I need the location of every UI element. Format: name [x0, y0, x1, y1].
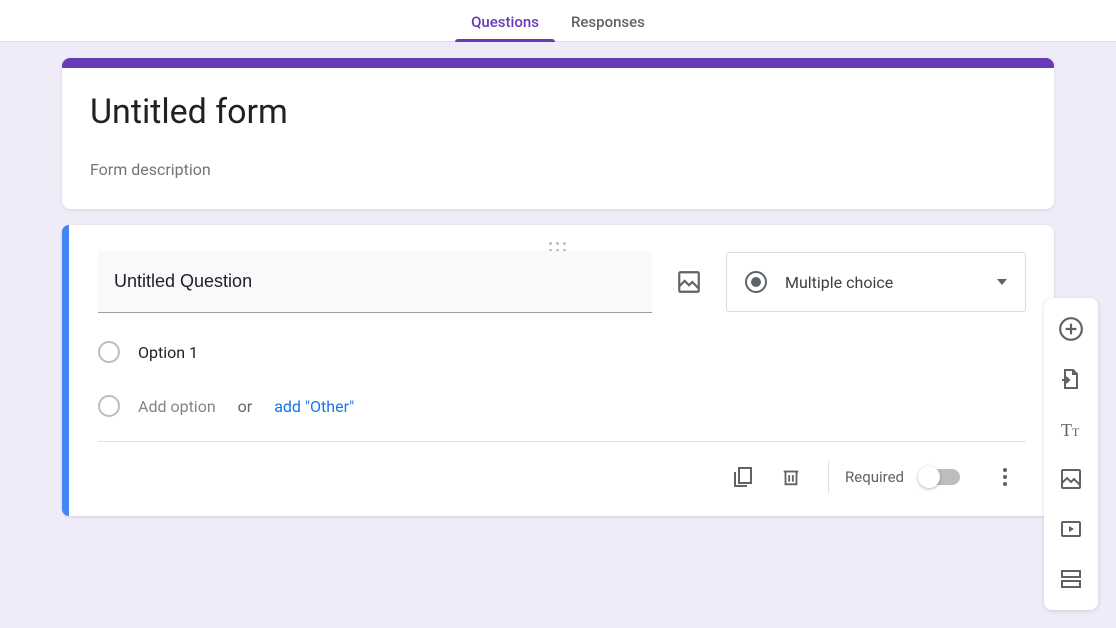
header-accent [62, 58, 1054, 68]
add-option-button[interactable]: Add option [138, 397, 216, 416]
tab-questions[interactable]: Questions [455, 3, 555, 41]
add-video-icon[interactable] [1044, 504, 1098, 554]
import-questions-icon[interactable] [1044, 354, 1098, 404]
more-options-icon[interactable] [984, 456, 1026, 498]
drag-handle-icon[interactable] [62, 225, 1054, 251]
duplicate-icon[interactable] [722, 456, 764, 498]
or-text: or [238, 397, 253, 416]
option-row[interactable]: Option 1 [98, 341, 1026, 363]
add-other-button[interactable]: add "Other" [274, 397, 354, 416]
question-type-select[interactable]: Multiple choice [726, 252, 1026, 312]
svg-text:T: T [1061, 420, 1072, 440]
required-toggle[interactable] [920, 469, 960, 485]
option-label[interactable]: Option 1 [138, 343, 198, 362]
active-card-accent [62, 225, 69, 516]
tab-responses[interactable]: Responses [555, 3, 661, 41]
radio-icon [745, 271, 767, 293]
required-label: Required [845, 468, 904, 486]
question-title-input[interactable] [98, 251, 652, 313]
delete-icon[interactable] [770, 456, 812, 498]
option-radio-icon [98, 395, 120, 417]
add-question-icon[interactable] [1044, 304, 1098, 354]
canvas: Untitled form Form description Multiple … [0, 42, 1116, 516]
form-title[interactable]: Untitled form [90, 92, 1026, 132]
question-card[interactable]: Multiple choice Option 1 Add option or a… [62, 225, 1054, 516]
question-type-label: Multiple choice [785, 273, 979, 292]
add-section-icon[interactable] [1044, 554, 1098, 604]
side-toolbar: TT [1044, 298, 1098, 610]
chevron-down-icon [997, 279, 1007, 285]
svg-text:T: T [1072, 425, 1080, 439]
tabs-bar: Questions Responses [0, 0, 1116, 42]
divider [828, 461, 829, 493]
question-footer: Required [98, 441, 1026, 516]
option-radio-icon [98, 341, 120, 363]
add-image-icon[interactable] [1044, 454, 1098, 504]
add-option-row: Add option or add "Other" [98, 395, 1026, 417]
add-title-icon[interactable]: TT [1044, 404, 1098, 454]
form-header-card[interactable]: Untitled form Form description [62, 58, 1054, 209]
add-image-icon[interactable] [676, 269, 702, 295]
form-description[interactable]: Form description [90, 160, 1026, 179]
